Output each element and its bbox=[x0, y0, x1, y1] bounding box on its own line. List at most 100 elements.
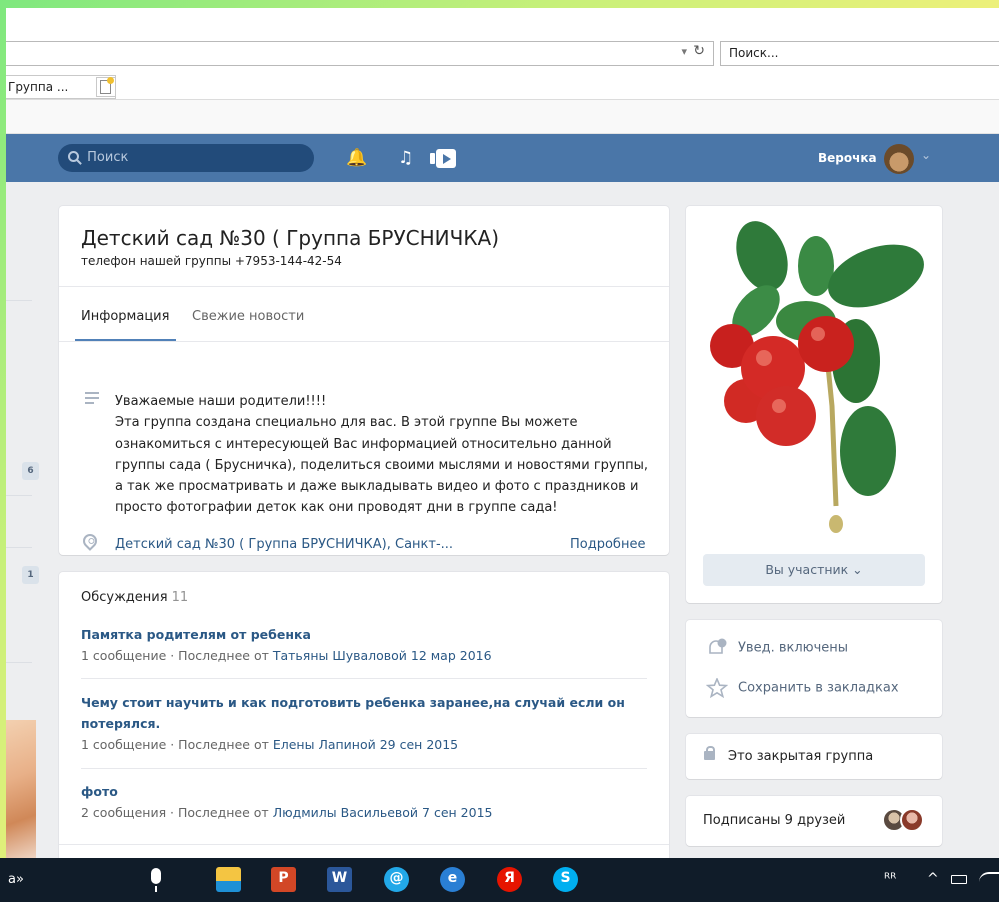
file-explorer-icon[interactable] bbox=[216, 867, 241, 892]
topic-title-link[interactable]: Чему стоит научить и как подготовить реб… bbox=[81, 692, 647, 734]
word-icon[interactable]: W bbox=[327, 867, 352, 892]
discussions-header[interactable]: Обсуждения 11 bbox=[81, 590, 188, 605]
topic-meta-text: 2 сообщения · Последнее от bbox=[81, 805, 273, 820]
left-photo-thumbnail[interactable] bbox=[6, 720, 36, 858]
divider bbox=[81, 768, 647, 769]
list-item: Чему стоит научить и как подготовить реб… bbox=[81, 692, 647, 755]
topic-meta: 1 сообщение · Последнее от Татьяны Шувал… bbox=[81, 645, 647, 666]
left-menu-divider bbox=[6, 495, 32, 496]
list-item: Памятка родителям от ребенка 1 сообщение… bbox=[81, 624, 647, 666]
group-description: Уважаемые наши родители!!!! Эта группа с… bbox=[115, 391, 655, 519]
left-menu-counter[interactable]: 6 bbox=[22, 462, 39, 480]
tab-information[interactable]: Информация bbox=[81, 309, 169, 324]
discussions-card: Обсуждения 11 Памятка родителям от ребенк… bbox=[59, 572, 669, 858]
group-actions-card: Увед. включены Сохранить в закладках bbox=[686, 620, 942, 717]
mail-icon[interactable]: @ bbox=[384, 867, 409, 892]
closed-group-label: Это закрытая группа bbox=[728, 749, 874, 764]
left-menu-divider bbox=[6, 662, 32, 663]
vk-page-body: 6 1 Детский сад №30 ( Группа БРУСНИЧКА) … bbox=[6, 182, 999, 858]
video-icon-tail bbox=[430, 153, 435, 164]
microphone-icon[interactable] bbox=[151, 868, 161, 892]
description-line: группы сада ( Брусничка), поделиться сво… bbox=[115, 457, 648, 473]
video-icon[interactable] bbox=[430, 149, 458, 168]
people-icon[interactable]: ᴿᴿ bbox=[884, 871, 896, 887]
description-line: ознакомиться с интересующей Вас информац… bbox=[115, 436, 612, 452]
lock-icon bbox=[704, 746, 715, 760]
friends-label: Подписаны 9 друзей bbox=[703, 813, 846, 828]
browser-search-input[interactable]: Поиск... bbox=[720, 41, 999, 66]
browser-window: ▾ ↻ Поиск... Группа ... × Поиск 🔔 ♫ Веро… bbox=[6, 8, 999, 858]
browser-command-bar bbox=[6, 100, 999, 134]
address-bar[interactable]: ▾ ↻ bbox=[6, 41, 714, 66]
discussions-title: Обсуждения bbox=[81, 590, 168, 605]
page-title: Детский сад №30 ( Группа БРУСНИЧКА) bbox=[81, 226, 500, 250]
taskbar-search-text[interactable]: а» bbox=[8, 872, 24, 887]
topic-author-link[interactable]: Людмилы Васильевой 7 сен 2015 bbox=[273, 805, 493, 820]
discussions-count: 11 bbox=[171, 590, 189, 605]
browser-toolbar: ▾ ↻ Поиск... bbox=[6, 8, 999, 74]
lingonberry-image[interactable] bbox=[686, 206, 942, 546]
tray-arrow-icon[interactable]: ^ bbox=[927, 871, 939, 887]
bell-check-icon bbox=[709, 638, 727, 654]
member-button[interactable]: Вы участник ⌄ bbox=[703, 554, 925, 586]
description-line: просто фотографии деток как они проводят… bbox=[115, 500, 558, 516]
description-icon bbox=[85, 392, 99, 407]
new-tab-button[interactable] bbox=[96, 77, 116, 97]
avatar[interactable] bbox=[884, 144, 914, 174]
user-name[interactable]: Верочка bbox=[818, 151, 877, 165]
topic-meta: 1 сообщение · Последнее от Елены Лапиной… bbox=[81, 734, 647, 755]
topic-meta-text: 1 сообщение · Последнее от bbox=[81, 648, 273, 663]
group-status: телефон нашей группы +7953-144-42-54 bbox=[81, 254, 342, 268]
internet-explorer-icon[interactable]: e bbox=[440, 867, 465, 892]
topic-title-line: потерялся. bbox=[81, 716, 161, 731]
topic-meta: 2 сообщения · Последнее от Людмилы Васил… bbox=[81, 802, 647, 823]
left-menu-divider bbox=[6, 300, 32, 301]
search-icon bbox=[68, 151, 79, 162]
topic-meta-text: 1 сообщение · Последнее от bbox=[81, 737, 273, 752]
notifications-toggle[interactable]: Увед. включены bbox=[706, 638, 848, 658]
left-menu-counter[interactable]: 1 bbox=[22, 566, 39, 584]
avatar[interactable] bbox=[900, 808, 924, 832]
skype-icon[interactable]: S bbox=[553, 867, 578, 892]
notifications-label: Увед. включены bbox=[738, 640, 849, 656]
location-pin-icon bbox=[80, 531, 100, 551]
more-details-link[interactable]: Подробнее bbox=[570, 537, 645, 552]
divider bbox=[59, 341, 669, 342]
bell-icon[interactable]: 🔔 bbox=[346, 148, 367, 168]
app-letter: P bbox=[278, 870, 289, 886]
topic-title-link[interactable]: Памятка родителям от ребенка bbox=[81, 624, 647, 645]
address-dropdown-icon[interactable]: ▾ bbox=[681, 45, 687, 58]
refresh-icon[interactable]: ↻ bbox=[693, 43, 705, 59]
list-item: фото 2 сообщения · Последнее от Людмилы … bbox=[81, 781, 647, 823]
bookmark-button[interactable]: Сохранить в закладках bbox=[706, 678, 899, 698]
friends-card[interactable]: Подписаны 9 друзей bbox=[686, 796, 942, 846]
group-info-card: Детский сад №30 ( Группа БРУСНИЧКА) теле… bbox=[59, 206, 669, 555]
divider bbox=[59, 286, 669, 287]
topic-author-link[interactable]: Елены Лапиной 29 сен 2015 bbox=[273, 737, 458, 752]
app-letter: @ bbox=[389, 870, 404, 886]
music-icon[interactable]: ♫ bbox=[398, 148, 413, 168]
vk-search-input[interactable]: Поиск bbox=[58, 144, 314, 172]
closed-group-card: Это закрытая группа bbox=[686, 734, 942, 779]
divider bbox=[81, 678, 647, 679]
description-line: Эта группа создана специально для вас. В… bbox=[115, 415, 578, 431]
topic-title-link[interactable]: фото bbox=[81, 781, 647, 802]
chevron-down-icon[interactable]: ⌄ bbox=[921, 148, 931, 162]
yandex-browser-icon[interactable]: Я bbox=[497, 867, 522, 892]
app-letter: S bbox=[560, 870, 571, 886]
windows-taskbar: а» P W @ e Я S ᴿᴿ ^ bbox=[0, 858, 999, 902]
topic-author-link[interactable]: Татьяны Шуваловой 12 мар 2016 bbox=[273, 648, 492, 663]
battery-icon[interactable] bbox=[951, 875, 967, 884]
tab-fresh-news[interactable]: Свежие новости bbox=[192, 309, 304, 324]
description-line: а так же просматривать и даже выкладыват… bbox=[115, 479, 639, 495]
vk-search-placeholder: Поиск bbox=[87, 150, 129, 165]
app-letter: e bbox=[447, 870, 458, 886]
group-address-link[interactable]: Детский сад №30 ( Группа БРУСНИЧКА), Сан… bbox=[115, 537, 453, 552]
wifi-icon[interactable] bbox=[979, 872, 999, 892]
video-icon-box bbox=[436, 149, 456, 168]
app-letter: W bbox=[331, 870, 348, 886]
bookmark-label: Сохранить в закладках bbox=[738, 680, 899, 696]
app-letter: Я bbox=[504, 870, 515, 886]
powerpoint-icon[interactable]: P bbox=[271, 867, 296, 892]
description-line: Уважаемые наши родители!!!! bbox=[115, 394, 327, 409]
